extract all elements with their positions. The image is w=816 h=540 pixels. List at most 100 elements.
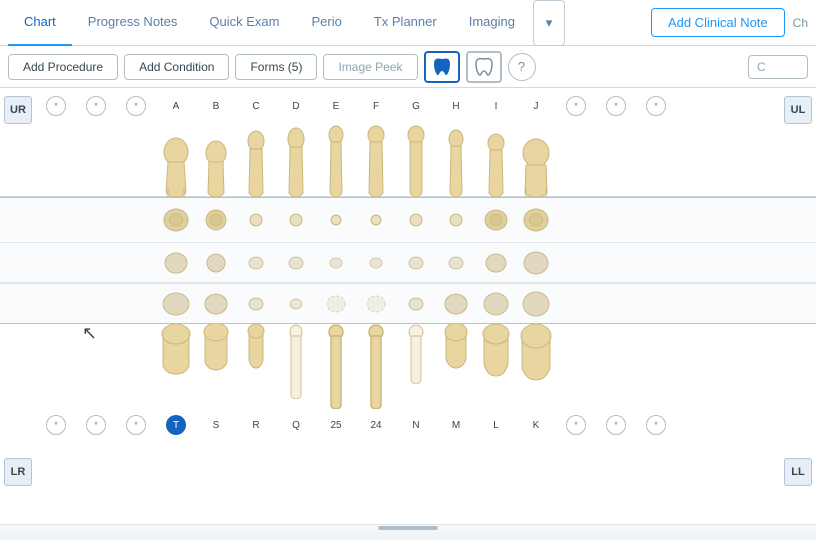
tooth-upper-star3[interactable] [116,118,156,197]
tooth-slot-upper-1[interactable]: * [36,96,76,116]
root-lower-K[interactable] [516,290,556,318]
tooth-num-M[interactable]: M [446,415,466,435]
tooth-num-25[interactable]: 25 [326,415,346,435]
tooth-outline-icon-button[interactable] [466,51,502,83]
tooth-slot-upper-G[interactable]: G [396,96,436,116]
root-upper-A[interactable] [156,249,196,277]
tooth-num-star[interactable]: * [566,96,586,116]
tooth-upper-F[interactable] [356,118,396,197]
root-lower-Q[interactable] [276,297,316,311]
root-upper-F[interactable] [356,256,396,270]
tooth-upper-E[interactable] [316,118,356,197]
tab-tx-planner[interactable]: Tx Planner [358,0,453,46]
root-lower-R[interactable] [236,296,276,312]
tooth-num-star[interactable]: * [646,96,666,116]
tooth-num-lower-star3[interactable]: * [126,415,146,435]
tooth-slot-upper-I[interactable]: I [476,96,516,116]
add-clinical-note-button[interactable]: Add Clinical Note [651,8,785,37]
tooth-upper-star1[interactable] [36,118,76,197]
tooth-slot-upper-F[interactable]: F [356,96,396,116]
tooth-lower-star2[interactable] [76,324,116,413]
root-upper-G[interactable] [396,255,436,271]
tooth-slot-upper-D[interactable]: D [276,96,316,116]
tooth-slot-lower-T[interactable]: T [156,415,196,435]
tooth-num-R[interactable]: R [246,415,266,435]
tooth-lower-25[interactable] [316,324,356,413]
tab-progress-notes[interactable]: Progress Notes [72,0,194,46]
root-lower-24[interactable] [356,294,396,314]
tooth-lower-star5[interactable] [596,324,636,413]
tooth-lower-T[interactable] [156,324,196,413]
add-procedure-button[interactable]: Add Procedure [8,54,118,80]
tooth-slot-upper-C[interactable]: C [236,96,276,116]
root-lower-M[interactable] [436,292,476,316]
tooth-upper-A[interactable] [156,118,196,197]
tooth-slot-lower-Q[interactable]: Q [276,415,316,435]
tooth-upper-star4[interactable] [556,118,596,197]
root-upper-B[interactable] [196,251,236,275]
tab-perio[interactable]: Perio [295,0,357,46]
tooth-upper-C[interactable] [236,118,276,197]
root-lower-L[interactable] [476,291,516,317]
tooth-slot-lower-14[interactable]: * [556,415,596,435]
occ-upper-D[interactable] [276,213,316,227]
occ-upper-E[interactable] [316,214,356,226]
tooth-num-H[interactable]: H [446,96,466,116]
tab-chart[interactable]: Chart [8,0,72,46]
tooth-lower-N[interactable] [396,324,436,413]
tooth-slot-lower-K[interactable]: K [516,415,556,435]
forms-button[interactable]: Forms (5) [235,54,317,80]
tooth-lower-R[interactable] [236,324,276,413]
tooth-slot-upper-A[interactable]: A [156,96,196,116]
occ-upper-H[interactable] [436,213,476,227]
tooth-upper-H[interactable] [436,118,476,197]
tooth-lower-24[interactable] [356,324,396,413]
tooth-slot-lower-R[interactable]: R [236,415,276,435]
tooth-num-lower-star2[interactable]: * [86,415,106,435]
tooth-slot-upper-14[interactable]: * [556,96,596,116]
root-lower-T[interactable] [156,290,196,318]
tooth-slot-upper-B[interactable]: B [196,96,236,116]
tooth-num-C[interactable]: C [246,96,266,116]
tooth-lower-L[interactable] [476,324,516,413]
tooth-lower-Q[interactable] [276,324,316,413]
tooth-num-N[interactable]: N [406,415,426,435]
tooth-upper-star6[interactable] [636,118,676,197]
tooth-num-star[interactable]: * [46,96,66,116]
tooth-upper-star2[interactable] [76,118,116,197]
search-input[interactable] [748,55,808,79]
root-upper-J[interactable] [516,249,556,277]
tooth-num-Q[interactable]: Q [286,415,306,435]
tooth-lower-star1[interactable] [36,324,76,413]
tooth-slot-lower-2[interactable]: * [76,415,116,435]
tooth-slot-upper-16[interactable]: * [636,96,676,116]
occ-upper-B[interactable] [196,207,236,233]
more-tabs-button[interactable]: ▾ [533,0,565,46]
tooth-slot-lower-N[interactable]: N [396,415,436,435]
tooth-filled-icon-button[interactable] [424,51,460,83]
tooth-num-E[interactable]: E [326,96,346,116]
tooth-upper-I[interactable] [476,118,516,197]
tooth-num-24[interactable]: 24 [366,415,386,435]
root-upper-C[interactable] [236,255,276,271]
tooth-num-D[interactable]: D [286,96,306,116]
tooth-lower-star3[interactable] [116,324,156,413]
tooth-slot-lower-24[interactable]: 24 [356,415,396,435]
tooth-num-K[interactable]: K [526,415,546,435]
tooth-num-lower-star15[interactable]: * [606,415,626,435]
tooth-slot-upper-E[interactable]: E [316,96,356,116]
root-lower-S[interactable] [196,292,236,316]
root-lower-25[interactable] [316,294,356,314]
tooth-slot-upper-2[interactable]: * [76,96,116,116]
tooth-slot-upper-H[interactable]: H [436,96,476,116]
tooth-upper-star5[interactable] [596,118,636,197]
tooth-slot-lower-M[interactable]: M [436,415,476,435]
occ-upper-J[interactable] [516,206,556,234]
tooth-upper-G[interactable] [396,118,436,197]
tooth-num-G[interactable]: G [406,96,426,116]
tab-imaging[interactable]: Imaging [453,0,531,46]
root-upper-H[interactable] [436,255,476,271]
tooth-num-star[interactable]: * [126,96,146,116]
tooth-lower-star6[interactable] [636,324,676,413]
tooth-slot-lower-S[interactable]: S [196,415,236,435]
